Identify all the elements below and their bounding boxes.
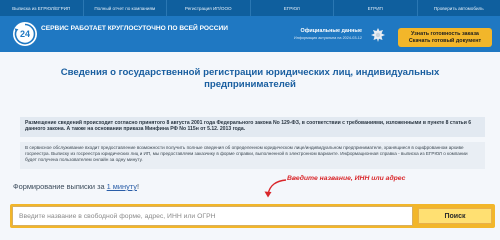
legal-notice: Размещение сведений происходит согласно … xyxy=(20,117,485,137)
curved-arrow-icon xyxy=(264,179,287,198)
search-hint: Введите название, ИНН или адрес xyxy=(287,175,406,182)
form-label: Формирование выписки за 1 минуту! xyxy=(13,182,139,191)
search-input[interactable] xyxy=(12,206,413,226)
search-bar: Поиск xyxy=(10,204,495,228)
order-status-button[interactable]: Узнать готовность заказа Скачать готовый… xyxy=(398,28,492,47)
header-band: 24 СЕРВИС РАБОТАЕТ КРУГЛОСУТОЧНО ПО ВСЕЙ… xyxy=(0,16,500,52)
official-data-title: Официальные данные xyxy=(300,28,362,34)
svg-text:24: 24 xyxy=(20,29,30,39)
nav-item-egrul-egrip-extract[interactable]: Выписка из ЕГРЮЛ/ЕГРИП xyxy=(0,0,84,16)
service-title: СЕРВИС РАБОТАЕТ КРУГЛОСУТОЧНО ПО ВСЕЙ РО… xyxy=(41,25,229,32)
nav-item-check-car[interactable]: Проверить автомобиль xyxy=(418,0,500,16)
form-label-suffix: ! xyxy=(136,182,140,191)
main-content: Сведения о государственной регистрации ю… xyxy=(0,52,500,240)
cta-line-order-status: Узнать готовность заказа xyxy=(411,30,479,37)
one-minute-link[interactable]: 1 минуту xyxy=(107,182,137,191)
page-title: Сведения о государственной регистрации ю… xyxy=(60,67,440,90)
eagle-emblem-icon xyxy=(371,28,385,42)
form-label-prefix: Формирование выписки за xyxy=(13,182,107,191)
service-description: В сервисное обслуживание входит предоста… xyxy=(20,142,485,169)
clock-24-icon: 24 xyxy=(13,22,37,46)
official-data-block: Официальные данные Информация актуальна … xyxy=(262,28,362,40)
cta-line-download: Скачать готовый документ xyxy=(408,37,482,44)
search-button[interactable]: Поиск xyxy=(418,208,492,224)
nav-item-egrip[interactable]: ЕГРИП xyxy=(334,0,418,16)
nav-item-full-company-report[interactable]: Полный отчет по компаниям xyxy=(84,0,167,16)
top-nav: Выписка из ЕГРЮЛ/ЕГРИП Полный отчет по к… xyxy=(0,0,500,16)
official-data-date: Информация актуальна на 2024-03-12 xyxy=(293,36,362,40)
nav-item-egrul[interactable]: ЕГРЮЛ xyxy=(251,0,334,16)
nav-item-registration-ip-ooo[interactable]: Регистрация ИП/ООО xyxy=(167,0,251,16)
